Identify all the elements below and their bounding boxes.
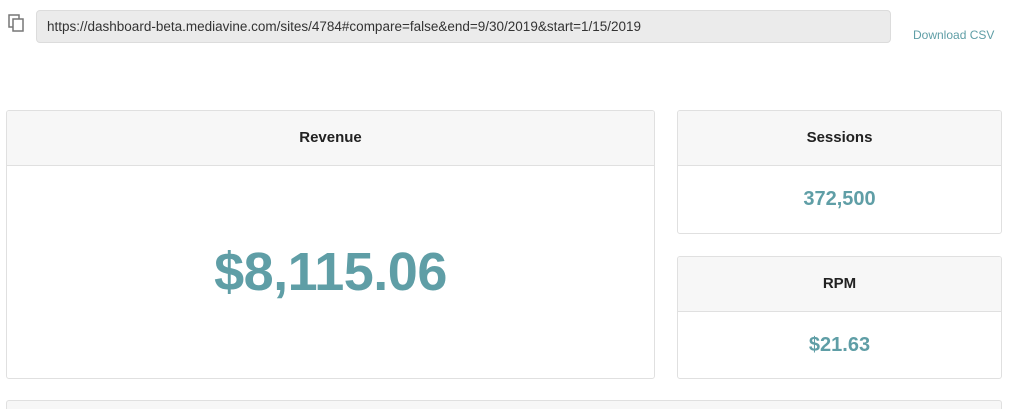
download-csv-link[interactable]: Download CSV <box>913 28 994 42</box>
revenue-title: Revenue <box>7 111 654 166</box>
rpm-title: RPM <box>678 257 1001 312</box>
dashboard-page: https://dashboard-beta.mediavine.com/sit… <box>0 0 1024 409</box>
rpm-value: $21.63 <box>808 333 871 356</box>
sessions-value: 372,500 <box>803 188 876 210</box>
copy-icon[interactable] <box>8 14 26 34</box>
revenue-value: $8,115.06 <box>214 242 447 302</box>
sessions-card: Sessions 372,500 <box>677 110 1002 234</box>
rpm-card: RPM $21.63 <box>677 256 1002 379</box>
next-card <box>6 400 1002 409</box>
revenue-card: Revenue $8,115.06 <box>6 110 655 379</box>
url-field[interactable]: https://dashboard-beta.mediavine.com/sit… <box>36 10 891 43</box>
sessions-title: Sessions <box>678 111 1001 166</box>
